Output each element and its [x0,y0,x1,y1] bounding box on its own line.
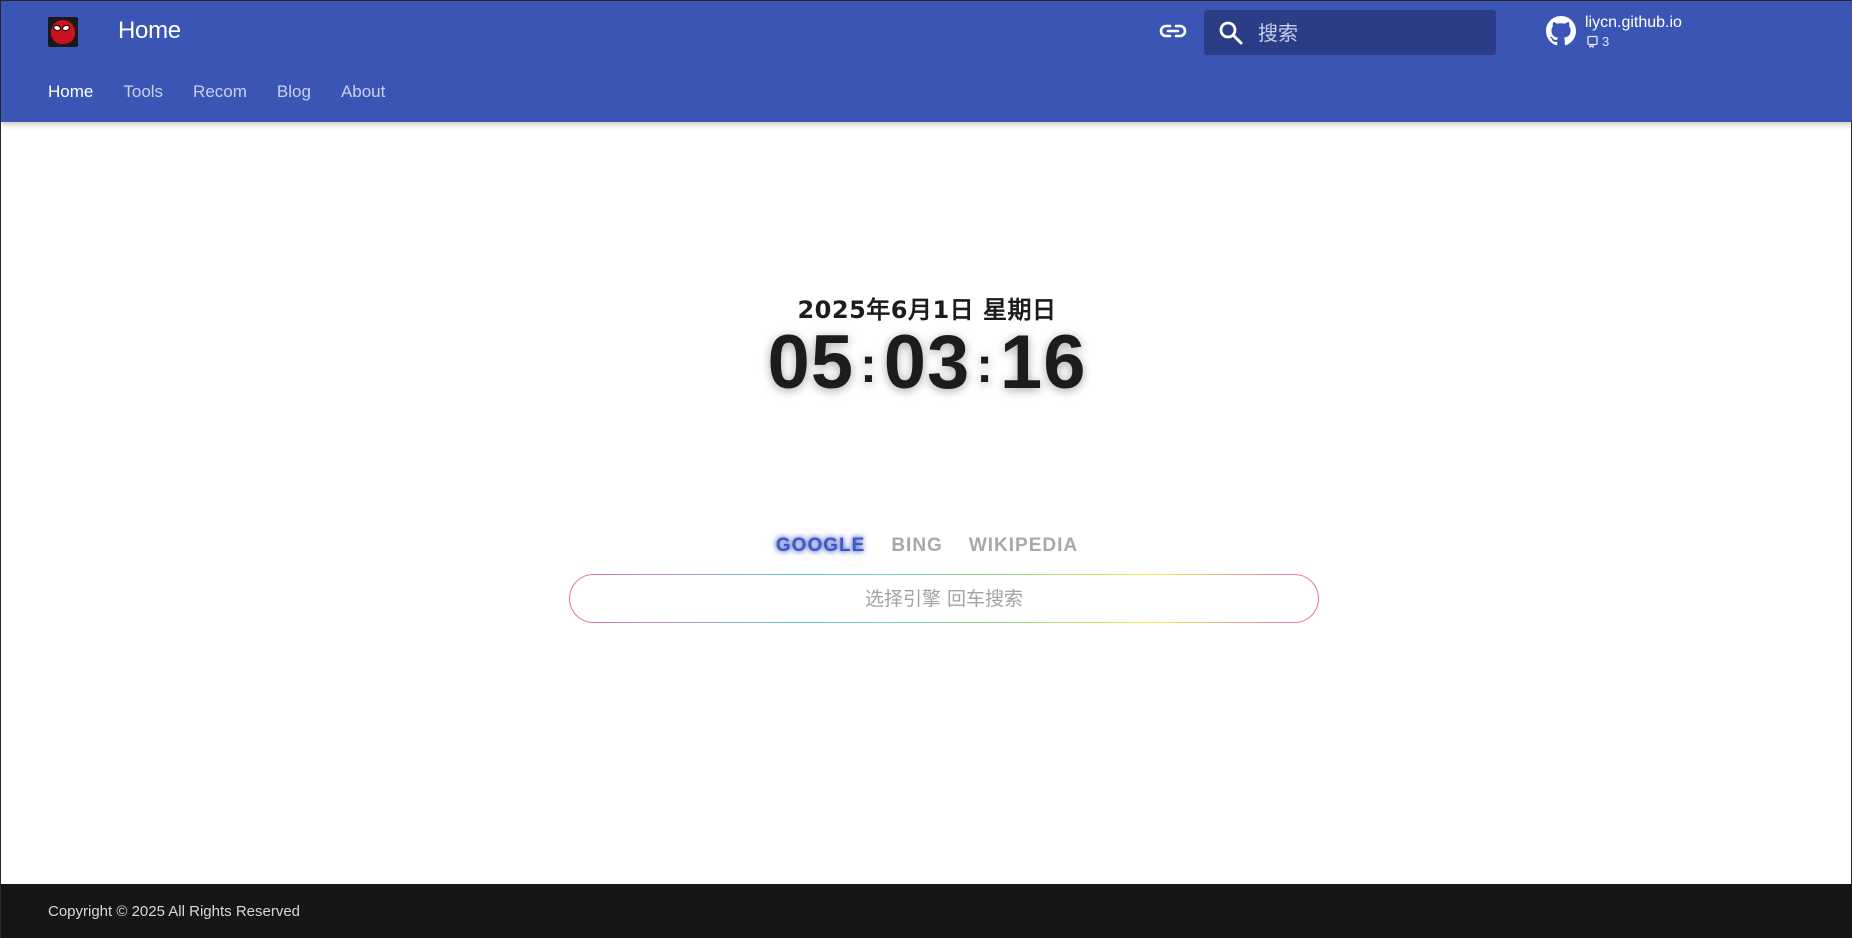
search-icon [1219,21,1243,45]
logo-avatar[interactable] [48,17,78,47]
nav-item-about[interactable]: About [341,82,385,102]
link-icon[interactable] [1159,20,1187,42]
github-repo-link[interactable]: liycn.github.io 3 [1546,13,1726,53]
engine-google[interactable]: GOOGLE [776,535,865,557]
engine-selector: GOOGLE BING WIKIPEDIA [1,535,1852,557]
main-search-input[interactable] [570,575,1318,622]
footer: Copyright © 2025 All Rights Reserved [1,884,1852,938]
nav-item-recom[interactable]: Recom [193,82,247,102]
logo-mask [51,20,75,44]
clock: 05:03:16 [1,319,1852,406]
clock-seconds: 16 [999,320,1087,405]
nav-item-tools[interactable]: Tools [123,82,163,102]
repo-count: 3 [1602,34,1610,49]
header-search-input[interactable] [1258,18,1483,48]
repo-stat: 3 [1586,34,1609,49]
header-search[interactable] [1204,10,1496,55]
copyright-text: Copyright © 2025 All Rights Reserved [48,903,301,920]
app-header: Home Home Tools Recom Blog About liycn.g… [1,1,1852,122]
main-search-inner [570,575,1318,622]
repo-name: liycn.github.io [1585,14,1682,31]
clock-separator: : [860,337,878,393]
github-icon [1546,16,1576,46]
clock-separator: : [976,337,994,393]
nav-item-home[interactable]: Home [48,82,93,102]
page-title[interactable]: Home [118,17,181,45]
engine-bing[interactable]: BING [891,535,943,557]
main-nav: Home Tools Recom Blog About [48,82,415,102]
engine-wikipedia[interactable]: WIKIPEDIA [969,535,1078,557]
main-search-box [569,574,1319,623]
nav-item-blog[interactable]: Blog [277,82,311,102]
clock-minutes: 03 [883,320,971,405]
clock-hours: 05 [767,320,855,405]
repo-icon [1587,35,1598,48]
